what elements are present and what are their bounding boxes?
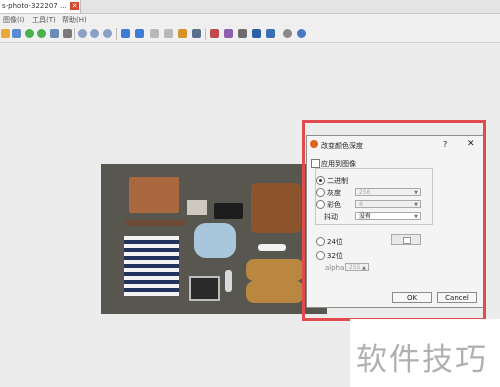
camera-item [189, 276, 220, 301]
fullscreen-icon[interactable] [192, 29, 201, 38]
notebook-item [129, 177, 179, 213]
refresh-icon[interactable] [25, 29, 34, 38]
monitor-icon[interactable] [63, 29, 72, 38]
close-icon[interactable]: ✕ [70, 2, 79, 10]
watermark: 软件技巧 [350, 319, 500, 387]
toolbar-separator [74, 28, 75, 40]
watermark-text: 软件技巧 [356, 342, 488, 378]
slideshow-icon[interactable] [178, 29, 187, 38]
zoom-out-icon[interactable] [103, 29, 112, 38]
striped-shirt-item [124, 236, 179, 296]
scarf-item [194, 223, 236, 258]
boot-item [246, 259, 304, 281]
image-icon[interactable] [50, 29, 59, 38]
tab-bar: s-photo-322207 ... ✕ [0, 0, 500, 14]
save-alt-icon[interactable] [266, 29, 275, 38]
folder-open-icon[interactable] [1, 29, 10, 38]
boot-item [246, 281, 304, 303]
scan-icon[interactable] [252, 29, 261, 38]
settings-icon[interactable] [283, 29, 292, 38]
last-icon[interactable] [164, 29, 173, 38]
menu-bar: 图像(I) 工具(T) 帮助(H) [0, 14, 500, 25]
menu-image[interactable]: 图像(I) [3, 15, 25, 25]
print-icon[interactable] [238, 29, 247, 38]
watch-item [225, 270, 232, 292]
arrow-left-icon[interactable] [121, 29, 130, 38]
first-icon[interactable] [150, 29, 159, 38]
menu-help[interactable]: 帮助(H) [62, 15, 87, 25]
annotation-highlight-box [302, 120, 486, 321]
bag-item [251, 183, 301, 233]
crop-icon[interactable] [210, 29, 219, 38]
help-icon[interactable] [297, 29, 306, 38]
menu-tools[interactable]: 工具(T) [32, 15, 56, 25]
photo-flatlay [101, 164, 327, 314]
tab-title: s-photo-322207 ... [2, 2, 67, 10]
sunglasses-item [258, 244, 286, 251]
toolbar-separator [205, 28, 206, 40]
paint-icon[interactable] [224, 29, 233, 38]
refresh-alt-icon[interactable] [37, 29, 46, 38]
toolbar [0, 26, 500, 43]
toolbar-separator [116, 28, 117, 40]
zoom-in-icon[interactable] [78, 29, 87, 38]
belt-item [126, 220, 186, 226]
arrow-right-icon[interactable] [135, 29, 144, 38]
pouch-item [187, 200, 207, 215]
phone-item [214, 203, 243, 219]
zoom-fit-icon[interactable] [90, 29, 99, 38]
save-icon[interactable] [12, 29, 21, 38]
document-tab[interactable]: s-photo-322207 ... ✕ [0, 0, 81, 13]
